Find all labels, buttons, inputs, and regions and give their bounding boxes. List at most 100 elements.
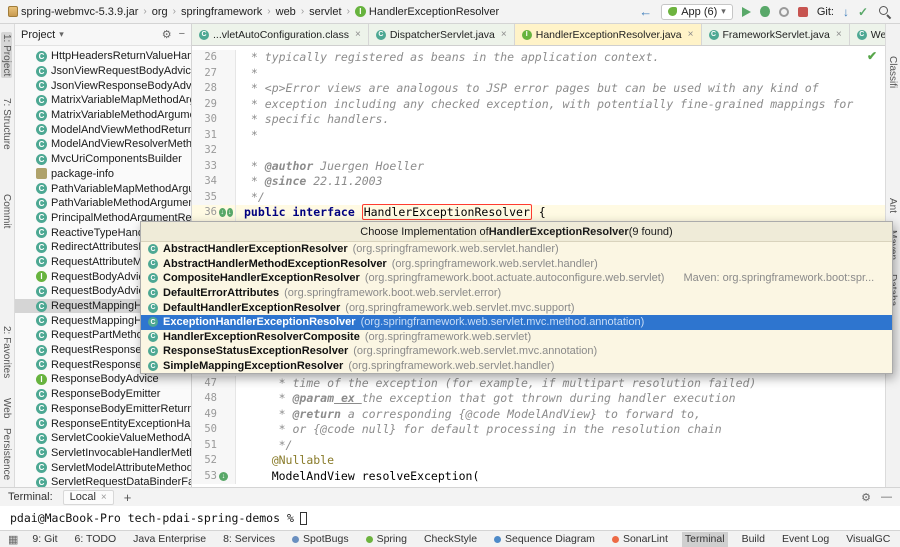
- line-number: 27: [197, 66, 217, 82]
- breadcrumb-item[interactable]: spring-webmvc-5.3.9.jar: [8, 6, 138, 18]
- close-icon[interactable]: ×: [688, 29, 694, 40]
- gutter: 28: [192, 81, 236, 97]
- breadcrumb-separator: ›: [143, 6, 146, 17]
- tree-item[interactable]: package-info: [15, 167, 191, 182]
- code-line: 28 * <p>Error views are analogous to JSP…: [192, 81, 885, 97]
- tool-windows-icon[interactable]: ▦: [8, 533, 18, 546]
- breadcrumb-item[interactable]: org: [152, 6, 168, 18]
- tool-button-classific[interactable]: Classifi: [887, 54, 898, 90]
- tree-item[interactable]: CModelAndViewMethodReturnValueHandler: [15, 122, 191, 137]
- editor-tab[interactable]: C...vletAutoConfiguration.class×: [192, 24, 369, 45]
- editor-tab[interactable]: CDispatcherServlet.java×: [369, 24, 515, 45]
- status-item[interactable]: Spring: [363, 532, 410, 547]
- breadcrumb-item[interactable]: servlet: [309, 6, 341, 18]
- tab-label: FrameworkServlet.java: [723, 29, 830, 41]
- run-config-selector[interactable]: App (6) ▾: [661, 4, 733, 20]
- tool-button-project[interactable]: 1: Project: [1, 32, 12, 78]
- tool-button-persistence[interactable]: Persistence: [1, 426, 12, 482]
- status-item[interactable]: 8: Services: [220, 532, 278, 547]
- editor-tab[interactable]: CFrameworkServlet.java×: [702, 24, 850, 45]
- status-item[interactable]: Sequence Diagram: [491, 532, 598, 547]
- close-icon[interactable]: ×: [836, 29, 842, 40]
- popup-item[interactable]: CDefaultErrorAttributes(org.springframew…: [141, 286, 892, 301]
- status-item[interactable]: 9: Git: [29, 532, 60, 547]
- navigate-back-icon[interactable]: ←: [639, 4, 652, 19]
- popup-item[interactable]: CCompositeHandlerExceptionResolver(org.s…: [141, 271, 892, 286]
- tree-item[interactable]: CResponseEntityExceptionHandler: [15, 416, 191, 431]
- tree-item[interactable]: CServletRequestDataBinderFactory: [15, 475, 191, 487]
- terminal-tab-local[interactable]: Local ×: [63, 490, 114, 505]
- tool-button-commit[interactable]: Commit: [1, 192, 12, 230]
- breadcrumb-item[interactable]: web: [276, 6, 296, 18]
- status-item[interactable]: Terminal: [682, 532, 728, 547]
- tree-item[interactable]: CServletCookieValueMethodArgumentResolve…: [15, 431, 191, 446]
- status-item[interactable]: Build: [739, 532, 768, 547]
- status-item-label: CheckStyle: [424, 533, 477, 545]
- git-commit-button[interactable]: ✓: [858, 5, 868, 19]
- breadcrumb-item[interactable]: IHandlerExceptionResolver: [355, 6, 499, 18]
- tree-item[interactable]: CMatrixVariableMapMethodArgumentResolver: [15, 93, 191, 108]
- code-segment: *: [244, 159, 265, 173]
- debug-button[interactable]: [760, 6, 770, 17]
- tree-item[interactable]: CResponseBodyEmitterReturnValueHandler: [15, 402, 191, 417]
- popup-item[interactable]: CDefaultHandlerExceptionResolver(org.spr…: [141, 300, 892, 315]
- close-icon[interactable]: ×: [501, 29, 507, 40]
- popup-item[interactable]: CAbstractHandlerExceptionResolver(org.sp…: [141, 242, 892, 257]
- code-text: */: [236, 190, 265, 206]
- popup-item-package: (org.springframework.boot.web.servlet.er…: [284, 287, 501, 299]
- new-terminal-button[interactable]: +: [124, 490, 132, 505]
- popup-item[interactable]: CAbstractHandlerMethodExceptionResolver(…: [141, 257, 892, 272]
- git-update-button[interactable]: ↓: [843, 5, 849, 19]
- status-item-label: Spring: [377, 533, 407, 545]
- implementations-icon[interactable]: ↓: [227, 208, 234, 217]
- class-icon: C: [36, 359, 47, 370]
- close-icon[interactable]: ×: [355, 29, 361, 40]
- tree-item[interactable]: CMvcUriComponentsBuilder: [15, 152, 191, 167]
- tree-item[interactable]: CResponseBodyEmitter: [15, 387, 191, 402]
- breadcrumb-separator: ›: [301, 6, 304, 17]
- editor-tab[interactable]: CWebMvcEndpointChildConte...×: [850, 24, 885, 45]
- gear-icon[interactable]: ⚙: [162, 28, 172, 41]
- status-item[interactable]: 6: TODO: [72, 532, 120, 547]
- tool-button-structure[interactable]: 7: Structure: [1, 96, 12, 152]
- status-item-label: Java Enterprise: [133, 533, 206, 545]
- code-text: [236, 143, 244, 159]
- status-item[interactable]: SpotBugs: [289, 532, 352, 547]
- tree-item[interactable]: CServletModelAttributeMethodProcessor: [15, 460, 191, 475]
- close-icon[interactable]: ×: [101, 492, 107, 503]
- status-item[interactable]: Event Log: [779, 532, 832, 547]
- status-item[interactable]: Java Enterprise: [130, 532, 209, 547]
- minimize-icon[interactable]: —: [881, 491, 892, 504]
- tool-button-favorites[interactable]: 2: Favorites: [1, 324, 12, 380]
- implementations-icon[interactable]: ↓: [219, 208, 226, 217]
- breadcrumb-item[interactable]: springframework: [181, 6, 262, 18]
- editor-tab[interactable]: IHandlerExceptionResolver.java×: [515, 24, 702, 45]
- popup-item[interactable]: CExceptionHandlerExceptionResolver(org.s…: [141, 315, 892, 330]
- search-button[interactable]: [877, 4, 892, 19]
- status-item[interactable]: SonarLint: [609, 532, 671, 547]
- tree-item[interactable]: CPathVariableMethodArgumentResolver: [15, 196, 191, 211]
- tree-item[interactable]: CHttpHeadersReturnValueHandler: [15, 49, 191, 64]
- popup-item[interactable]: CResponseStatusExceptionResolver(org.spr…: [141, 344, 892, 359]
- collapse-all-icon[interactable]: −: [179, 28, 185, 41]
- stop-button[interactable]: [798, 7, 808, 17]
- tree-item[interactable]: CJsonViewRequestBodyAdvice: [15, 64, 191, 79]
- tree-item[interactable]: CModelAndViewResolverMethodReturnValueHa…: [15, 137, 191, 152]
- tool-button-ant[interactable]: Ant: [887, 196, 898, 215]
- tree-item[interactable]: CPathVariableMapMethodArgumentResolver: [15, 181, 191, 196]
- terminal[interactable]: pdai@MacBook-Pro tech-pdai-spring-demos …: [0, 506, 900, 530]
- run-button[interactable]: [742, 7, 751, 17]
- tree-item[interactable]: CMatrixVariableMethodArgumentResolver: [15, 108, 191, 123]
- popup-item[interactable]: CSimpleMappingExceptionResolver(org.spri…: [141, 359, 892, 374]
- implementations-icon[interactable]: ↓: [219, 472, 228, 481]
- tree-item[interactable]: CServletInvocableHandlerMethod: [15, 446, 191, 461]
- gear-icon[interactable]: ⚙: [861, 491, 871, 504]
- tool-button-web[interactable]: Web: [1, 396, 12, 420]
- popup-item[interactable]: CHandlerExceptionResolverComposite(org.s…: [141, 330, 892, 345]
- project-view-selector[interactable]: Project ▾: [21, 29, 64, 41]
- status-item[interactable]: VisualGC: [843, 532, 893, 547]
- status-item[interactable]: CheckStyle: [421, 532, 480, 547]
- profiler-button[interactable]: [779, 7, 789, 17]
- class-icon: C: [36, 389, 47, 400]
- tree-item[interactable]: CJsonViewResponseBodyAdvice: [15, 78, 191, 93]
